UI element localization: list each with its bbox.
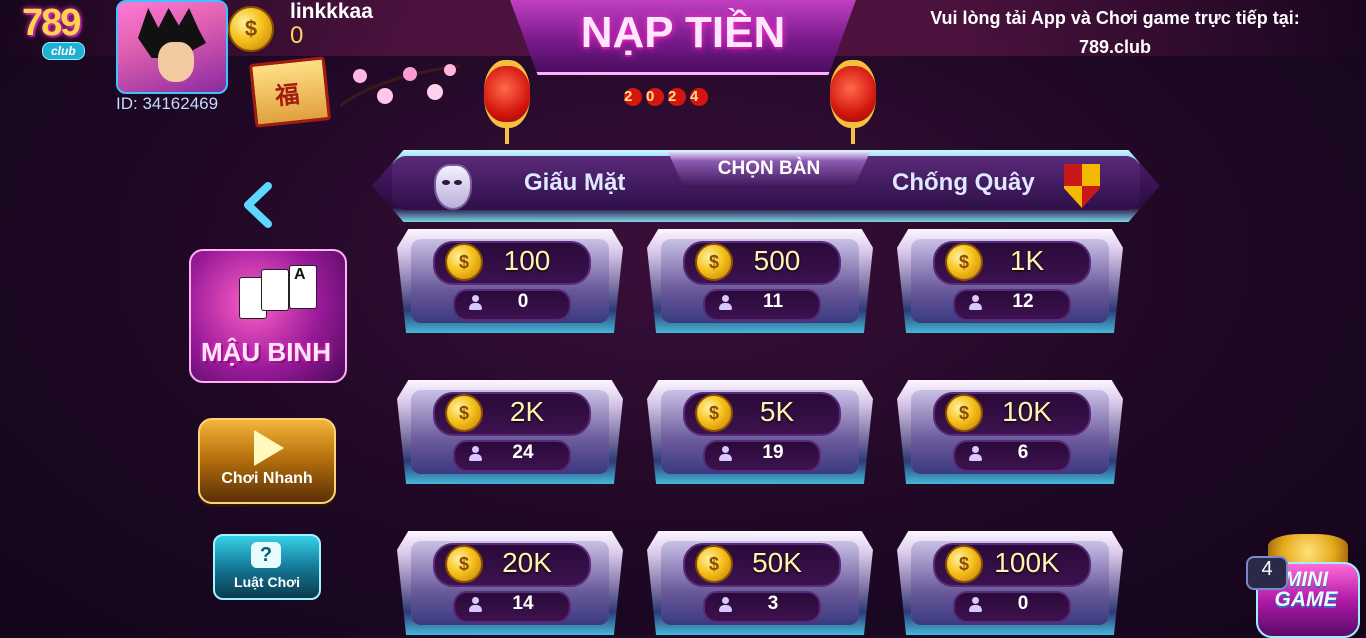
site-logo[interactable]: 789 club [22, 2, 100, 62]
tab-choose-table-label[interactable]: CHỌN BÀN [668, 158, 870, 180]
person-icon [969, 295, 982, 311]
person-icon [719, 597, 732, 613]
table-tile[interactable]: $ 100K 0 [897, 531, 1123, 635]
table-tile[interactable]: $ 20K 14 [397, 531, 623, 635]
lantern-icon [830, 60, 876, 144]
blossom-decoration [340, 64, 460, 108]
person-icon [969, 446, 982, 462]
quick-play-label: Chơi Nhanh [221, 470, 313, 487]
table-tile[interactable]: $ 100 0 [397, 229, 623, 333]
tab-hidden-face[interactable]: Giấu Mặt [524, 169, 625, 197]
balance: 0 [290, 22, 304, 49]
question-icon: ? [251, 542, 281, 568]
table-player-count: 12 [1012, 291, 1034, 312]
username: linkkkaa [290, 0, 373, 23]
table-bet: 500 [753, 245, 801, 276]
table-tile[interactable]: $ 2K 24 [397, 380, 623, 484]
mini-game-button[interactable]: MINI GAME 4 [1246, 528, 1364, 638]
year-digit: 2 [668, 88, 691, 106]
person-icon [469, 295, 482, 311]
table-player-count: 19 [762, 442, 784, 463]
table-tile[interactable]: $ 50K 3 [647, 531, 873, 635]
table-bet: 1K [1009, 245, 1045, 276]
coin-icon: $ [228, 6, 274, 52]
year-badges: 2024 [624, 88, 712, 106]
person-icon [719, 446, 732, 462]
game-card-mau-binh: A MẬU BINH [189, 249, 347, 383]
table-tile[interactable]: $ 500 11 [647, 229, 873, 333]
table-player-count: 14 [512, 593, 534, 614]
table-player-count: 0 [1017, 593, 1029, 614]
card-back [261, 269, 289, 311]
deposit-banner-title[interactable]: NẠP TIỀN [510, 8, 856, 58]
person-icon [969, 597, 982, 613]
game-title: MẬU BINH [201, 337, 331, 367]
lantern-icon [484, 60, 530, 144]
tab-anti-collusion[interactable]: Chống Quây [892, 169, 1035, 197]
person-icon [469, 446, 482, 462]
table-tile[interactable]: $ 5K 19 [647, 380, 873, 484]
quick-play-button[interactable]: Chơi Nhanh [198, 418, 336, 504]
table-player-count: 0 [517, 291, 529, 312]
app-notice: Vui lòng tải App và Chơi game trực tiếp … [900, 4, 1330, 62]
notice-line-1: Vui lòng tải App và Chơi game trực tiếp … [930, 8, 1300, 28]
table-bet: 100 [503, 245, 551, 276]
year-digit: 4 [690, 88, 713, 106]
table-bet: 5K [759, 396, 795, 427]
table-bet: 2K [509, 396, 545, 427]
mini-game-badge: 4 [1246, 556, 1288, 590]
mini-game-line-2: GAME [1274, 588, 1338, 611]
rules-label: Luật Chơi [234, 574, 300, 590]
event-scroll-icon[interactable] [248, 56, 332, 128]
logo-club: club [42, 42, 85, 60]
avatar-face [158, 42, 194, 82]
table-player-count: 24 [512, 442, 534, 463]
chevron-left-icon[interactable] [240, 182, 280, 228]
user-id: ID: 34162469 [116, 94, 219, 113]
table-bet: 20K [502, 547, 552, 578]
table-player-count: 3 [767, 593, 779, 614]
person-icon [719, 295, 732, 311]
table-tile[interactable]: $ 10K 6 [897, 380, 1123, 484]
year-digit: 2 [624, 88, 647, 106]
table-tile[interactable]: $ 1K 12 [897, 229, 1123, 333]
table-player-count: 6 [1017, 442, 1029, 463]
table-bet: 50K [752, 547, 802, 578]
person-icon [469, 597, 482, 613]
logo-number: 789 [22, 2, 81, 44]
card-ace: A [289, 265, 317, 309]
table-player-count: 11 [762, 291, 784, 312]
notice-line-2[interactable]: 789.club [900, 33, 1330, 62]
table-bet: 10K [1002, 396, 1052, 427]
avatar[interactable] [116, 0, 228, 94]
year-digit: 0 [646, 88, 669, 106]
rules-button[interactable]: ? Luật Chơi [213, 534, 321, 600]
table-bet: 100K [994, 547, 1060, 578]
play-icon [254, 430, 284, 466]
mask-icon[interactable] [434, 164, 472, 210]
